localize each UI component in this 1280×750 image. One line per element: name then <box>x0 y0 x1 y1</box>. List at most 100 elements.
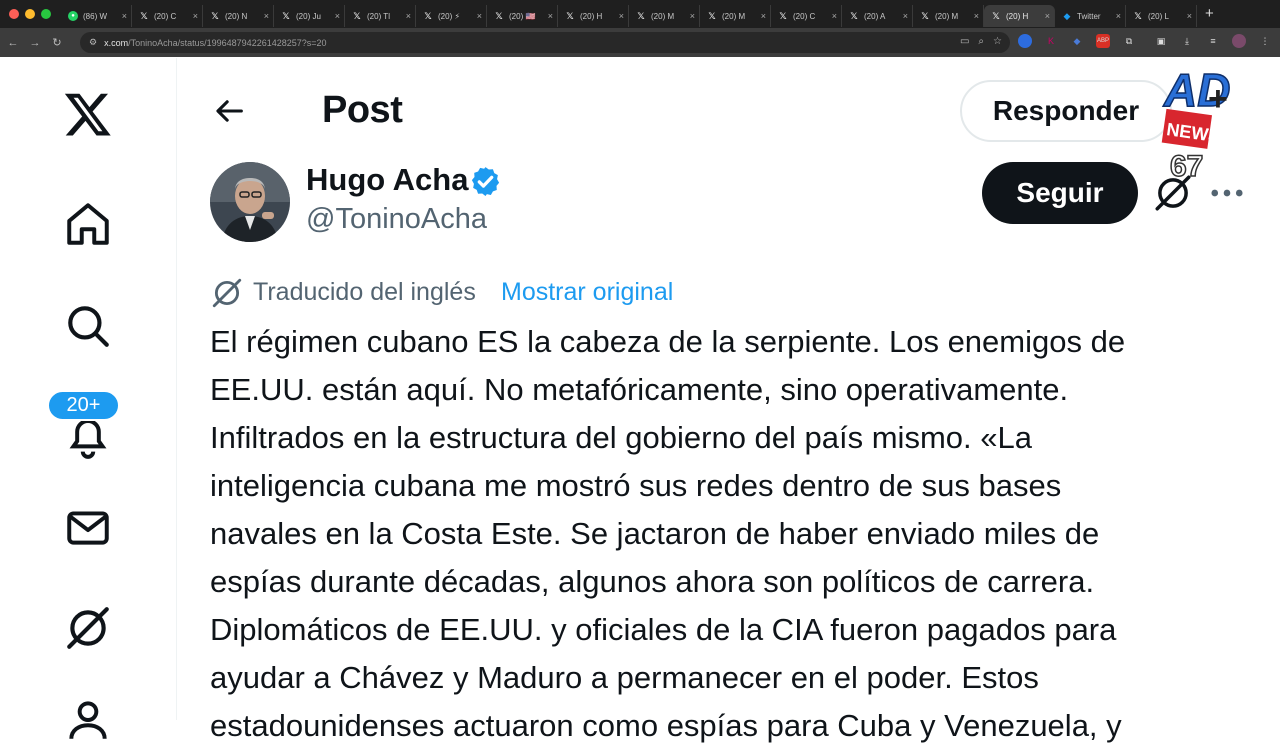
messages-mail-icon[interactable] <box>60 500 116 556</box>
follow-button[interactable]: Seguir <box>982 162 1138 224</box>
grok-icon[interactable] <box>60 600 116 656</box>
close-tab-icon[interactable]: × <box>1116 11 1121 21</box>
notification-count-badge: 20+ <box>47 390 120 421</box>
browser-tab[interactable]: 𝕏 (20) 🇺🇸 × <box>487 5 558 27</box>
grok-explain-button[interactable] <box>1152 172 1194 214</box>
x-icon: 𝕏 <box>779 11 787 21</box>
close-tab-icon[interactable]: × <box>477 11 482 21</box>
post-text: El régimen cubano ES la cabeza de la ser… <box>210 318 1240 750</box>
post-text-line: Infiltrados en la estructura del gobiern… <box>210 420 1032 455</box>
tab-title: (20) 🇺🇸 <box>509 11 536 21</box>
tab-title: (20) C <box>793 11 816 21</box>
close-tab-icon[interactable]: × <box>264 11 269 21</box>
minimize-window-button[interactable] <box>25 9 35 19</box>
more-options-button[interactable] <box>1206 172 1248 214</box>
extension-icon[interactable] <box>1018 34 1032 48</box>
browser-tab[interactable]: 𝕏 (20) N × <box>203 5 274 27</box>
browser-tab[interactable]: 𝕏 (20) ⚡ × <box>416 5 487 27</box>
tab-title: (20) M <box>935 11 959 21</box>
author-avatar[interactable] <box>210 162 290 242</box>
profile-icon[interactable] <box>60 692 116 748</box>
tab-title: (86) W <box>83 11 107 21</box>
browser-tab[interactable]: 𝕏 (20) M × <box>700 5 771 27</box>
back-arrow-icon[interactable]: ← <box>2 37 24 49</box>
reply-button[interactable]: Responder <box>960 80 1172 142</box>
home-icon[interactable] <box>60 196 116 252</box>
browser-tab[interactable]: 𝕏 (20) H × <box>558 5 629 27</box>
adblock-icon[interactable]: ABP <box>1096 34 1110 48</box>
browser-tab[interactable]: 𝕏 (20) L × <box>1126 5 1197 27</box>
x-icon: 𝕏 <box>637 11 645 21</box>
sidepanel-icon[interactable]: ▣ <box>1154 34 1168 48</box>
search-icon[interactable] <box>60 298 116 354</box>
whatsapp-icon: ● <box>68 11 78 21</box>
tab-title: (20) M <box>722 11 746 21</box>
tab-title: Twitter <box>1077 11 1101 21</box>
author-display-name[interactable]: Hugo Acha <box>306 162 468 198</box>
browser-tab[interactable]: 𝕏 (20) M × <box>629 5 700 27</box>
close-tab-icon[interactable]: × <box>1045 11 1050 21</box>
puzzle-icon[interactable]: ⧉ <box>1122 34 1136 48</box>
menu-kebab-icon[interactable]: ⋮ <box>1258 34 1272 48</box>
url-path: /ToninoAcha/status/1996487942261428257?s… <box>128 37 327 48</box>
browser-tab[interactable]: 𝕏 (20) C × <box>132 5 203 27</box>
url-host: x.com <box>104 37 129 48</box>
x-icon: 𝕏 <box>1134 11 1142 21</box>
browser-tab[interactable]: 𝕏 (20) M × <box>913 5 984 27</box>
media-icon[interactable]: ≡ <box>1206 34 1220 48</box>
tab-title: (20) H <box>580 11 603 21</box>
browser-tab[interactable]: 𝕏 (20) Tl × <box>345 5 416 27</box>
zoom-window-button[interactable] <box>41 9 51 19</box>
close-tab-icon[interactable]: × <box>406 11 411 21</box>
close-tab-icon[interactable]: × <box>548 11 553 21</box>
back-button[interactable] <box>205 88 255 134</box>
channel-logo-watermark: AD + NEWS 67 <box>1161 63 1230 184</box>
close-window-button[interactable] <box>9 9 19 19</box>
tab-title: (20) A <box>864 11 886 21</box>
browser-tab[interactable]: 𝕏 (20) C × <box>771 5 842 27</box>
tab-strip: ● (86) W × 𝕏 (20) C × 𝕏 (20) N × 𝕏 (20) Ju × 𝕏 (20) T… <box>61 0 1197 28</box>
close-tab-icon[interactable]: × <box>1187 11 1192 21</box>
post-text-line: El régimen cubano ES la cabeza de la ser… <box>210 324 1126 359</box>
close-tab-icon[interactable]: × <box>761 11 766 21</box>
reload-icon[interactable]: ↻ <box>46 36 68 49</box>
site-info-icon[interactable]: ⚙ <box>89 37 97 48</box>
show-original-link[interactable]: Mostrar original <box>501 278 673 307</box>
close-tab-icon[interactable]: × <box>335 11 340 21</box>
close-tab-icon[interactable]: × <box>832 11 837 21</box>
address-toolbar: ← → ↻ ⚙ x.com/ToninoAcha/status/19964879… <box>0 28 1280 57</box>
new-tab-button[interactable]: + <box>1205 0 1214 28</box>
x-icon: 𝕏 <box>353 11 361 21</box>
x-logo-icon[interactable] <box>60 86 116 142</box>
x-icon: 𝕏 <box>211 11 219 21</box>
extension-icon[interactable]: K <box>1044 34 1058 48</box>
close-tab-icon[interactable]: × <box>619 11 624 21</box>
grok-icon <box>1155 175 1191 211</box>
browser-tab[interactable]: ● (86) W × <box>61 5 132 27</box>
browser-tab[interactable]: ◆ Twitter × <box>1055 5 1126 27</box>
profile-avatar[interactable] <box>1232 34 1246 48</box>
tab-title: (20) Ju <box>296 11 321 21</box>
cast-icon[interactable]: ▭ <box>960 36 969 47</box>
x-icon: 𝕏 <box>282 11 290 21</box>
download-icon[interactable]: ⤓ <box>1180 34 1194 48</box>
close-tab-icon[interactable]: × <box>122 11 127 21</box>
window-controls <box>0 9 61 19</box>
grok-translate-icon <box>212 278 242 308</box>
url-bar[interactable]: ⚙ x.com/ToninoAcha/status/19964879422614… <box>80 32 1010 53</box>
zoom-icon[interactable]: ⌕ <box>978 36 984 47</box>
close-tab-icon[interactable]: × <box>690 11 695 21</box>
forward-arrow-icon[interactable]: → <box>24 37 46 49</box>
close-tab-icon[interactable]: × <box>903 11 908 21</box>
close-tab-icon[interactable]: × <box>193 11 198 21</box>
bookmark-star-icon[interactable]: ☆ <box>993 36 1002 47</box>
extension-icon[interactable]: ◆ <box>1070 34 1084 48</box>
svg-text:+: + <box>1208 80 1228 118</box>
browser-tab[interactable]: 𝕏 (20) Ju × <box>274 5 345 27</box>
browser-tab[interactable]: 𝕏 (20) H × <box>984 5 1055 27</box>
browser-tab[interactable]: 𝕏 (20) A × <box>842 5 913 27</box>
author-handle[interactable]: @ToninoAcha <box>306 203 487 236</box>
post-text-line: espías durante décadas, algunos ahora so… <box>210 564 1095 599</box>
x-icon: 𝕏 <box>992 11 1000 21</box>
close-tab-icon[interactable]: × <box>974 11 979 21</box>
